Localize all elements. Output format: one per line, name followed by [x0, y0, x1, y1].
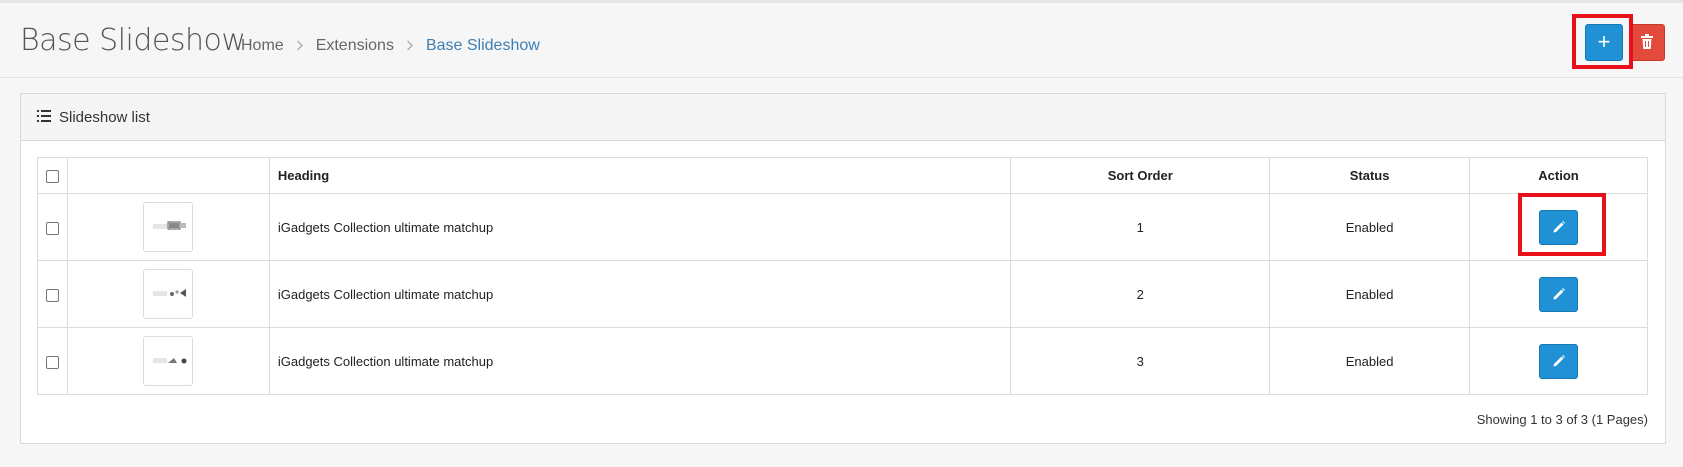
- table-row: iGadgets Collection ultimate matchup 3 E…: [37, 327, 1648, 395]
- breadcrumb: Home Extensions Base Slideshow: [241, 37, 540, 55]
- breadcrumb-separator-icon: [296, 38, 304, 54]
- sort-order-cell: 2: [1010, 260, 1271, 328]
- page-title: Base Slideshow: [20, 23, 246, 58]
- pencil-icon: [1553, 354, 1565, 366]
- delete-button[interactable]: [1629, 24, 1665, 61]
- sort-order-cell: 1: [1010, 193, 1271, 261]
- pagination-summary: Showing 1 to 3 of 3 (1 Pages): [1476, 412, 1648, 427]
- heading-cell: iGadgets Collection ultimate matchup: [268, 327, 1012, 395]
- action-cell: [1469, 260, 1648, 328]
- sort-order-column-header[interactable]: Sort Order: [1010, 157, 1271, 194]
- page-header: Base Slideshow Home Extensions Base Slid…: [0, 3, 1683, 78]
- highlight-add-button: [1572, 14, 1633, 69]
- select-all-cell: [37, 157, 68, 194]
- table-row: iGadgets Collection ultimate matchup 2 E…: [37, 260, 1648, 328]
- status-cell: Enabled: [1269, 260, 1471, 328]
- thumbnail-cell: [66, 327, 270, 395]
- slide-thumbnail: [143, 336, 194, 386]
- thumbnail-cell: [66, 260, 270, 328]
- heading-cell: iGadgets Collection ultimate matchup: [268, 260, 1012, 328]
- edit-button[interactable]: [1539, 343, 1579, 379]
- breadcrumb-separator-icon: [406, 38, 414, 54]
- breadcrumb-home[interactable]: Home: [241, 37, 284, 55]
- slide-thumbnail: [143, 269, 194, 319]
- action-column-header: Action: [1469, 157, 1648, 194]
- action-cell: [1469, 327, 1648, 395]
- slideshow-panel: Slideshow list Heading Sort Order Status…: [20, 93, 1666, 444]
- highlight-edit-button: [1518, 193, 1606, 256]
- list-icon: [37, 109, 51, 126]
- breadcrumb-extensions[interactable]: Extensions: [316, 37, 394, 55]
- status-cell: Enabled: [1269, 193, 1471, 261]
- row-select-cell: [37, 327, 68, 395]
- image-column-header: [66, 157, 270, 194]
- status-cell: Enabled: [1269, 327, 1471, 395]
- row-checkbox[interactable]: [45, 355, 59, 369]
- pencil-icon: [1553, 287, 1565, 299]
- thumbnail-cell: [66, 193, 270, 261]
- select-all-checkbox[interactable]: [45, 170, 59, 184]
- table-row: iGadgets Collection ultimate matchup 1 E…: [37, 193, 1648, 261]
- edit-button[interactable]: [1539, 276, 1579, 312]
- heading-column-header[interactable]: Heading: [268, 157, 1012, 194]
- heading-cell: iGadgets Collection ultimate matchup: [268, 193, 1012, 261]
- table-header-row: Heading Sort Order Status Action: [37, 157, 1648, 194]
- status-column-header[interactable]: Status: [1269, 157, 1471, 194]
- row-select-cell: [37, 260, 68, 328]
- breadcrumb-base-slideshow[interactable]: Base Slideshow: [426, 37, 540, 55]
- panel-title: Slideshow list: [59, 108, 150, 126]
- row-select-cell: [37, 193, 68, 261]
- slide-thumbnail: [143, 202, 194, 252]
- row-checkbox[interactable]: [45, 221, 59, 235]
- trash-icon: [1641, 34, 1653, 49]
- row-checkbox[interactable]: [45, 288, 59, 302]
- sort-order-cell: 3: [1010, 327, 1271, 395]
- panel-heading: Slideshow list: [21, 94, 1665, 141]
- slideshow-table: Heading Sort Order Status Action iGadget…: [37, 157, 1648, 395]
